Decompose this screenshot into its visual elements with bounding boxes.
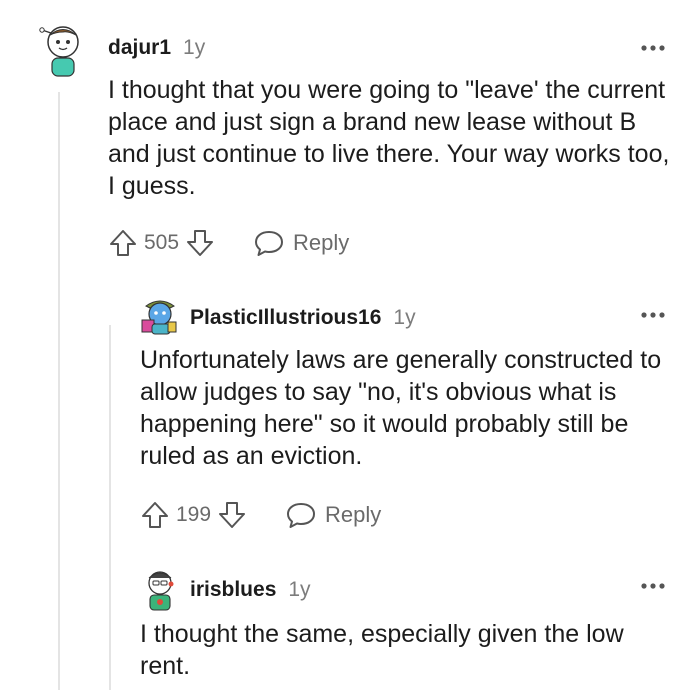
downvote-button[interactable] — [185, 228, 215, 258]
user-avatar[interactable] — [38, 22, 84, 80]
snoo-avatar-icon — [39, 26, 79, 77]
upvote-button[interactable] — [140, 500, 170, 530]
arrow-up-outline-icon — [110, 230, 136, 256]
vote-score: 199 — [176, 503, 212, 526]
user-avatar[interactable] — [140, 296, 180, 336]
comment-body: I thought the same, especially given the… — [140, 620, 624, 680]
reply-button[interactable]: Reply — [253, 228, 349, 258]
more-horizontal-icon — [641, 583, 665, 589]
snoo-avatar-icon — [141, 300, 177, 335]
more-options-button[interactable] — [640, 44, 666, 52]
username[interactable]: irisblues — [190, 578, 276, 602]
snoo-avatar-icon — [148, 571, 174, 611]
downvote-button[interactable] — [217, 500, 247, 530]
user-avatar[interactable] — [140, 568, 180, 614]
comment-age: 1y — [393, 306, 416, 329]
speech-bubble-icon — [287, 503, 316, 528]
arrow-up-outline-icon — [142, 502, 168, 528]
upvote-button[interactable] — [108, 228, 138, 258]
comment-age: 1y — [288, 578, 311, 601]
more-options-button[interactable] — [640, 582, 666, 590]
comment-body: I thought that you were going to "leave'… — [108, 76, 670, 200]
thread-line[interactable] — [109, 325, 111, 690]
comment-body: Unfortunately laws are generally constru… — [140, 346, 662, 470]
arrow-down-outline-icon — [187, 230, 214, 256]
reply-button[interactable]: Reply — [285, 500, 381, 530]
more-horizontal-icon — [641, 45, 665, 51]
vote-score: 505 — [144, 231, 180, 254]
speech-bubble-icon — [255, 231, 284, 256]
comment-age: 1y — [183, 36, 206, 59]
more-options-button[interactable] — [640, 311, 666, 319]
reply-label: Reply — [293, 230, 350, 255]
username[interactable]: PlasticIllustrious16 — [190, 306, 381, 330]
more-horizontal-icon — [641, 312, 665, 318]
thread-line[interactable] — [58, 92, 60, 690]
vote-control: 505 — [108, 228, 215, 258]
vote-control: 199 — [140, 500, 247, 530]
reply-label: Reply — [325, 502, 382, 527]
arrow-down-outline-icon — [219, 502, 246, 528]
username[interactable]: dajur1 — [108, 36, 171, 60]
